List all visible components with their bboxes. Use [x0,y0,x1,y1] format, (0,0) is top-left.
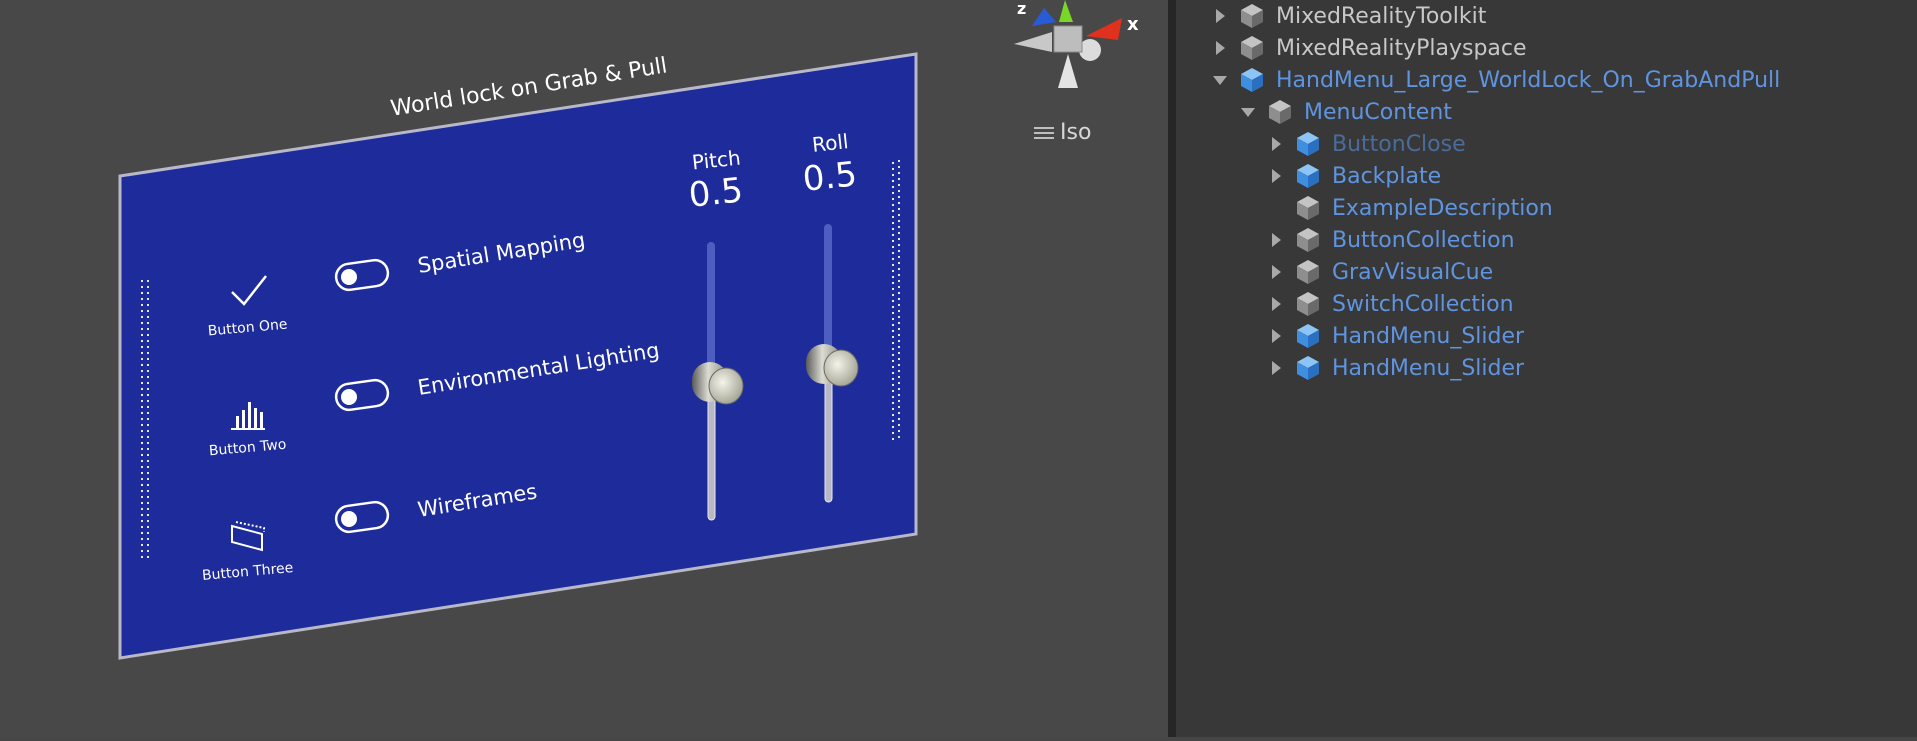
hierarchy-item-label: MixedRealityPlayspace [1276,35,1527,61]
axis-neg-x-cone[interactable] [1014,32,1052,52]
expanded-arrow-icon[interactable] [1210,70,1230,90]
hierarchy-panel[interactable]: MixedRealityToolkit MixedRealityPlayspace… [1176,0,1917,737]
axis-z-cone[interactable] [1032,8,1056,26]
expanded-arrow-icon[interactable] [1238,102,1258,122]
axis-x-label: x [1127,14,1139,35]
slider-pitch-value: 0.5 [687,170,745,215]
collapsed-arrow-icon[interactable] [1210,6,1230,26]
hierarchy-item[interactable]: HandMenu_Slider [1266,321,1524,351]
axis-x-cone[interactable] [1086,18,1122,40]
hierarchy-item-label: HandMenu_Slider [1332,355,1525,381]
hierarchy-item[interactable]: Backplate [1266,161,1441,191]
collapsed-arrow-icon[interactable] [1266,134,1286,154]
prefab-cube-icon [1294,354,1322,382]
hierarchy-item[interactable]: HandMenu_Large_WorldLock_On_GrabAndPull [1210,65,1780,95]
gameobject-cube-icon [1238,34,1266,62]
toggle-thumb[interactable] [341,511,357,527]
toggle-thumb[interactable] [341,389,357,405]
projection-toggle[interactable]: Iso [1034,120,1091,145]
prefab-cube-icon [1294,322,1322,350]
axis-neg-y-cone[interactable] [1058,54,1078,88]
gameobject-cube-icon [1238,2,1266,30]
prefab-cube-icon [1294,162,1322,190]
gameobject-cube-icon [1294,226,1322,254]
hierarchy-item-label: ButtonClose [1332,131,1466,157]
slider-roll-value: 0.5 [801,154,859,199]
hierarchy-item[interactable]: ButtonCollection [1266,225,1515,255]
gameobject-cube-icon [1294,290,1322,318]
hierarchy-item-label: SwitchCollection [1332,291,1514,317]
hierarchy-item-label: ButtonCollection [1332,227,1515,253]
no-children-spacer [1266,198,1286,218]
hierarchy-item-label: MixedRealityToolkit [1276,3,1487,29]
hierarchy-item[interactable]: SwitchCollection [1266,289,1514,319]
hierarchy-item[interactable]: MixedRealityPlayspace [1210,33,1527,63]
collapsed-arrow-icon[interactable] [1266,166,1286,186]
axis-y-cone[interactable] [1059,0,1073,22]
projection-label: Iso [1060,120,1092,145]
slider-roll-label: Roll [811,129,850,157]
panel-splitter[interactable] [1168,0,1176,737]
hierarchy-item-label: Backplate [1332,163,1442,189]
axis-z-label: z [1017,0,1026,18]
gameobject-cube-icon [1294,258,1322,286]
hierarchy-item-label: ExampleDescription [1332,195,1553,221]
gameobject-cube-icon [1266,98,1294,126]
orientation-gizmo[interactable]: x z [1014,0,1139,88]
hierarchy-item[interactable]: MenuContent [1238,97,1452,127]
gizmo-center-cube[interactable] [1053,25,1083,53]
scene-view[interactable]: World lock on Grab & Pull Button One But… [0,0,1168,737]
hierarchy-item[interactable]: HandMenu_Slider [1266,353,1524,383]
prefab-cube-icon [1294,130,1322,158]
slider-track-upper[interactable] [824,224,832,354]
hierarchy-item-label: GravVisualCue [1332,259,1494,285]
hierarchy-item[interactable]: ButtonClose [1266,129,1466,159]
gameobject-cube-icon [1294,194,1322,222]
collapsed-arrow-icon[interactable] [1266,262,1286,282]
slider-track-upper[interactable] [707,242,715,370]
hierarchy-item[interactable]: ExampleDescription [1266,193,1553,223]
hierarchy-item-label: HandMenu_Slider [1332,323,1525,349]
hierarchy-item-label: HandMenu_Large_WorldLock_On_GrabAndPull [1276,67,1781,93]
collapsed-arrow-icon[interactable] [1266,358,1286,378]
collapsed-arrow-icon[interactable] [1266,230,1286,250]
toggle-thumb[interactable] [341,269,357,285]
hamburger-menu-icon [1034,126,1054,139]
prefab-cube-icon [1238,66,1266,94]
collapsed-arrow-icon[interactable] [1266,326,1286,346]
hierarchy-item-label: MenuContent [1304,99,1452,125]
collapsed-arrow-icon[interactable] [1210,38,1230,58]
hierarchy-item[interactable]: GravVisualCue [1266,257,1493,287]
hierarchy-item[interactable]: MixedRealityToolkit [1210,1,1486,31]
collapsed-arrow-icon[interactable] [1266,294,1286,314]
scene-canvas[interactable]: World lock on Grab & Pull Button One But… [0,0,1168,737]
